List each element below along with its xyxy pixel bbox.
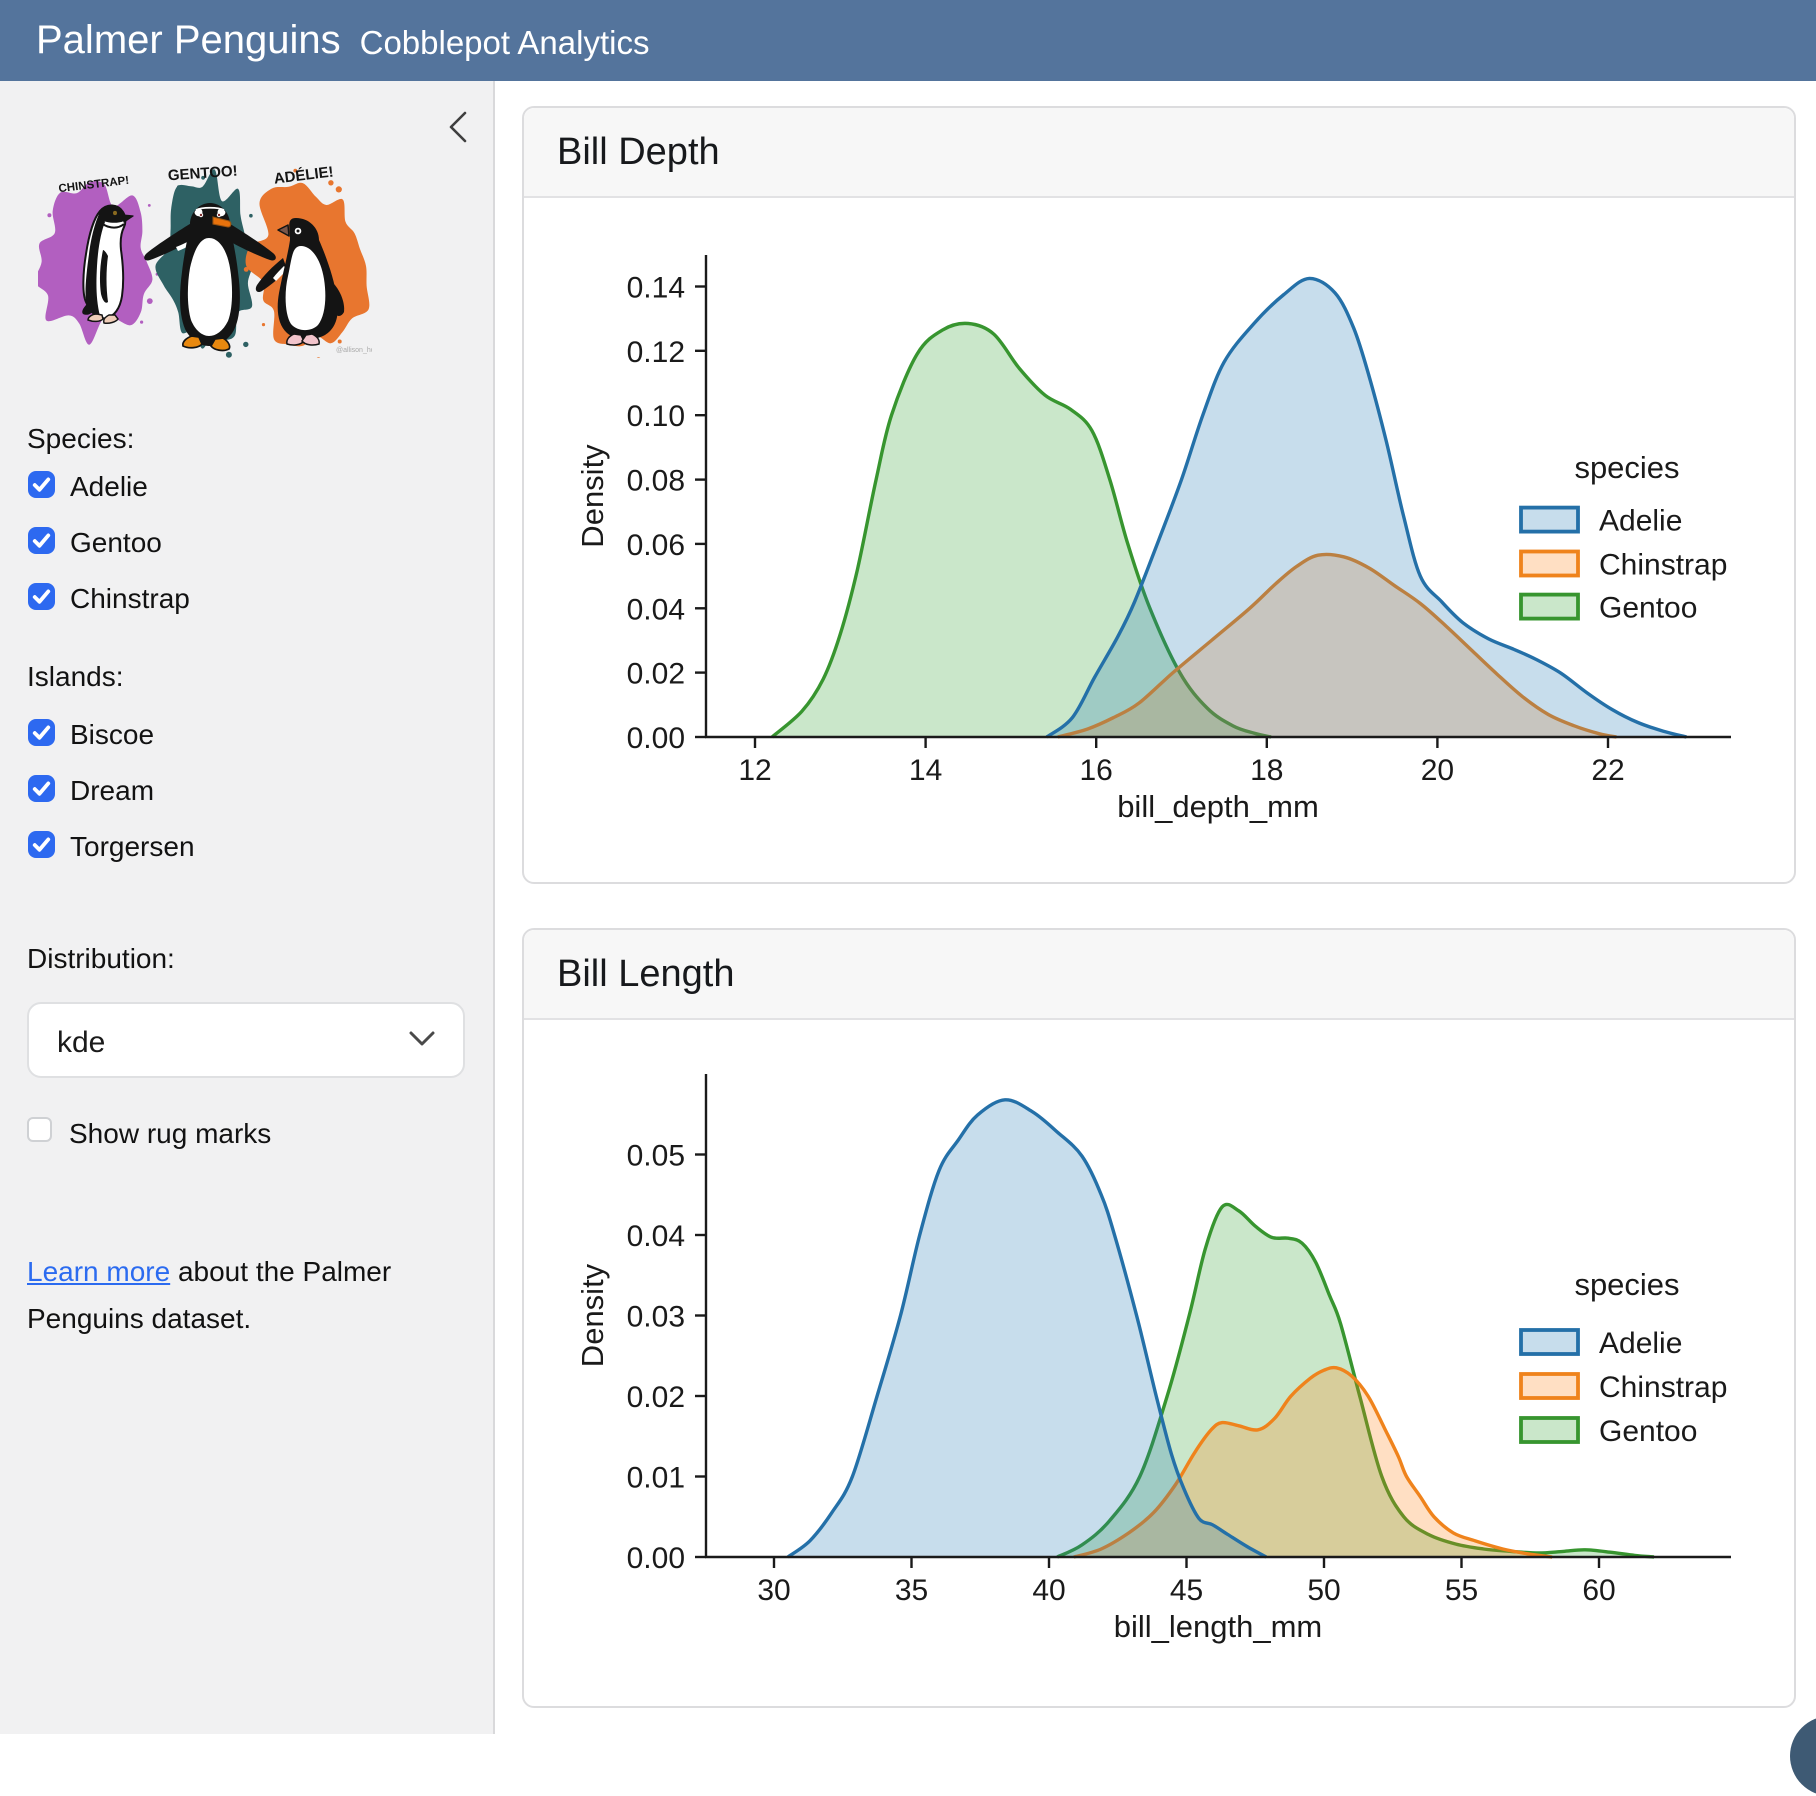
svg-text:Adelie: Adelie	[1599, 505, 1682, 538]
svg-text:GENTOO!: GENTOO!	[167, 163, 238, 185]
svg-text:20: 20	[1421, 754, 1454, 787]
svg-text:12: 12	[738, 754, 771, 787]
svg-text:0.02: 0.02	[627, 658, 685, 691]
svg-text:Chinstrap: Chinstrap	[1599, 549, 1727, 582]
svg-text:18: 18	[1250, 754, 1283, 787]
svg-text:0.02: 0.02	[627, 1381, 685, 1414]
svg-text:0.08: 0.08	[627, 465, 685, 498]
svg-text:Adelie: Adelie	[1599, 1327, 1682, 1360]
svg-text:0.05: 0.05	[627, 1140, 685, 1173]
svg-text:45: 45	[1170, 1574, 1203, 1607]
svg-text:Gentoo: Gentoo	[1599, 592, 1697, 625]
svg-text:0.14: 0.14	[627, 272, 685, 305]
svg-text:Density: Density	[575, 1263, 610, 1367]
svg-text:30: 30	[757, 1574, 790, 1607]
svg-text:0.00: 0.00	[627, 722, 685, 755]
svg-text:@allison_horst: @allison_horst	[336, 347, 372, 354]
svg-text:species: species	[1574, 1267, 1679, 1302]
svg-text:Gentoo: Gentoo	[1599, 1415, 1697, 1448]
svg-text:species: species	[1574, 450, 1679, 485]
svg-text:bill_length_mm: bill_length_mm	[1114, 1609, 1323, 1644]
svg-text:60: 60	[1582, 1574, 1615, 1607]
svg-text:40: 40	[1032, 1574, 1065, 1607]
svg-text:0.00: 0.00	[627, 1542, 685, 1575]
svg-text:55: 55	[1445, 1574, 1478, 1607]
svg-text:0.06: 0.06	[627, 529, 685, 562]
svg-text:Density: Density	[575, 444, 610, 548]
svg-text:0.10: 0.10	[627, 400, 685, 433]
svg-text:ADÉLIE!: ADÉLIE!	[273, 163, 335, 187]
svg-text:16: 16	[1080, 754, 1113, 787]
svg-text:bill_depth_mm: bill_depth_mm	[1117, 789, 1319, 824]
svg-text:0.03: 0.03	[627, 1301, 685, 1334]
svg-text:50: 50	[1307, 1574, 1340, 1607]
svg-text:0.04: 0.04	[627, 593, 685, 626]
svg-text:14: 14	[909, 754, 942, 787]
svg-text:22: 22	[1591, 754, 1624, 787]
svg-text:0.12: 0.12	[627, 336, 685, 369]
svg-text:35: 35	[895, 1574, 928, 1607]
svg-text:0.04: 0.04	[627, 1220, 685, 1253]
svg-text:Chinstrap: Chinstrap	[1599, 1371, 1727, 1404]
svg-text:0.01: 0.01	[627, 1462, 685, 1495]
